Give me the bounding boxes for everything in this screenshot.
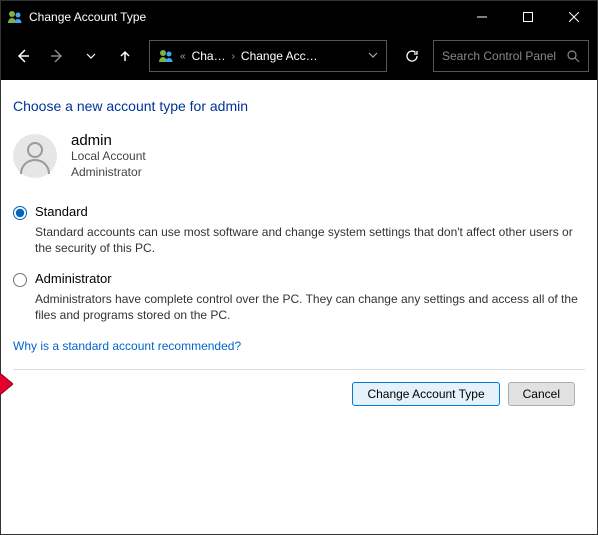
option-standard-desc: Standard accounts can use most software … xyxy=(35,224,585,256)
title-bar: Change Account Type xyxy=(1,1,597,32)
search-input[interactable]: Search Control Panel xyxy=(433,40,589,72)
nav-bar: « Cha… › Change Acc… Search Control Pane… xyxy=(1,32,597,80)
minimize-button[interactable] xyxy=(459,1,505,32)
users-icon xyxy=(158,48,174,64)
forward-button[interactable] xyxy=(43,42,71,70)
breadcrumb-prefix: « xyxy=(180,51,186,62)
account-type-options: Standard Standard accounts can use most … xyxy=(13,204,585,323)
close-button[interactable] xyxy=(551,1,597,32)
content-area: Choose a new account type for admin admi… xyxy=(1,80,597,406)
button-row: Change Account Type Cancel xyxy=(13,369,585,406)
chevron-right-icon: › xyxy=(232,51,235,62)
user-role: Administrator xyxy=(71,165,146,181)
address-dropdown-icon[interactable] xyxy=(368,49,378,63)
search-placeholder: Search Control Panel xyxy=(442,49,567,63)
change-account-type-button[interactable]: Change Account Type xyxy=(352,382,499,406)
option-administrator-desc: Administrators have complete control ove… xyxy=(35,291,585,323)
cancel-button[interactable]: Cancel xyxy=(508,382,575,406)
back-button[interactable] xyxy=(9,42,37,70)
user-account-type: Local Account xyxy=(71,149,146,165)
page-heading: Choose a new account type for admin xyxy=(13,98,585,114)
app-icon xyxy=(7,9,23,25)
user-name: admin xyxy=(71,132,146,149)
recent-dropdown[interactable] xyxy=(77,42,105,70)
breadcrumb-2[interactable]: Change Acc… xyxy=(241,49,318,63)
refresh-button[interactable] xyxy=(397,40,427,72)
option-standard-label: Standard xyxy=(35,204,88,219)
window-title: Change Account Type xyxy=(29,10,459,24)
address-bar[interactable]: « Cha… › Change Acc… xyxy=(149,40,387,72)
search-icon xyxy=(567,50,580,63)
radio-standard[interactable] xyxy=(13,206,27,220)
breadcrumb-1[interactable]: Cha… xyxy=(192,49,226,63)
why-standard-link[interactable]: Why is a standard account recommended? xyxy=(13,339,241,353)
annotation-arrow-icon xyxy=(0,364,13,404)
option-administrator-label: Administrator xyxy=(35,271,112,286)
option-standard[interactable]: Standard xyxy=(13,204,585,220)
maximize-button[interactable] xyxy=(505,1,551,32)
user-tile: admin Local Account Administrator xyxy=(13,132,585,180)
radio-administrator[interactable] xyxy=(13,273,27,287)
option-administrator[interactable]: Administrator xyxy=(13,271,585,287)
avatar-icon xyxy=(13,134,57,178)
up-button[interactable] xyxy=(111,42,139,70)
